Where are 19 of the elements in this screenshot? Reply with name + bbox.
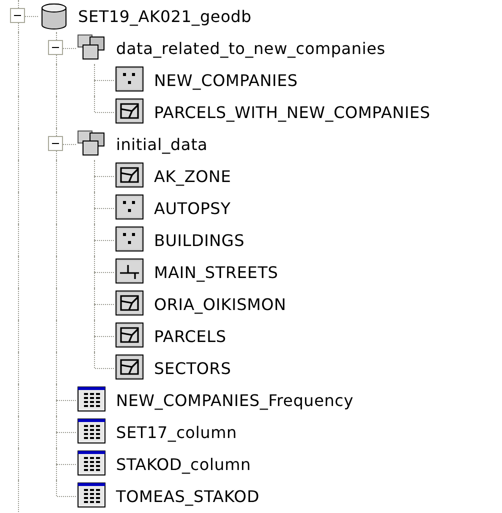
tree-item-label[interactable]: STAKOD_column [116,454,251,474]
tree-item-label[interactable]: data_related_to_new_companies [116,38,386,58]
tree-item-label[interactable]: PARCELS_WITH_NEW_COMPANIES [154,102,430,122]
collapse-toggle[interactable] [48,40,63,55]
tree-item-label[interactable]: TOMEAS_STAKOD [116,486,260,506]
collapse-toggle[interactable] [48,136,63,151]
tree-item-label[interactable]: MAIN_STREETS [154,262,278,282]
tree-item-label[interactable]: AK_ZONE [154,166,232,186]
collapse-toggle[interactable] [10,8,25,23]
tree-item-label[interactable]: NEW_COMPANIES_Frequency [116,390,354,410]
tree-item-label[interactable]: BUILDINGS [154,230,245,250]
tree-item-label[interactable]: ORIA_OIKISMON [154,294,286,314]
tree-item-label[interactable]: SECTORS [154,358,232,378]
tree-item-label[interactable]: SET19_AK021_geodb [78,6,252,26]
tree-item-label[interactable]: AUTOPSY [154,198,231,218]
tree-item-label[interactable]: SET17_column [116,422,237,442]
tree-item-label[interactable]: PARCELS [154,326,226,346]
tree-item-label[interactable]: initial_data [116,134,208,154]
tree-item-label[interactable]: NEW_COMPANIES [154,70,298,90]
